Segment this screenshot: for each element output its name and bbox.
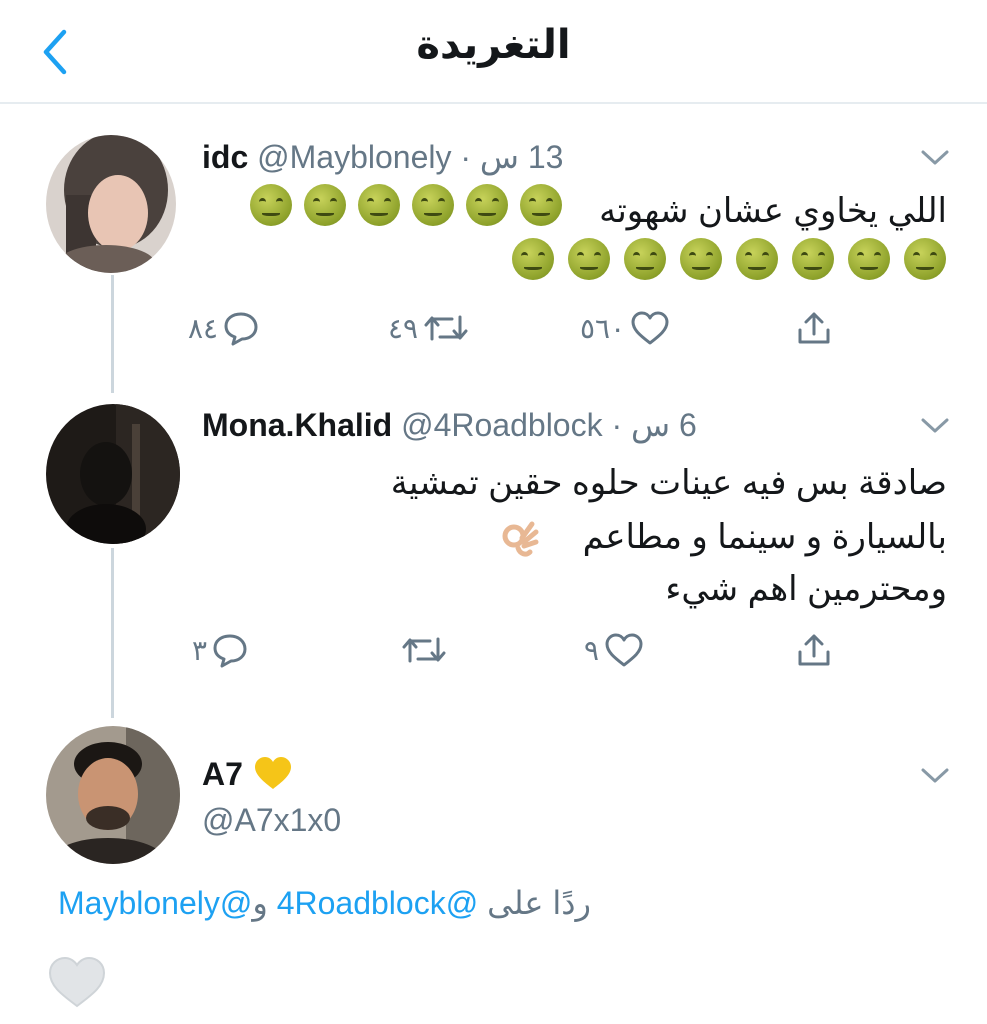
chevron-down-icon [921, 418, 949, 433]
nauseated-face-icon [680, 238, 722, 280]
tweet-menu-button[interactable] [918, 146, 952, 170]
nauseated-face-icon [624, 238, 666, 280]
nauseated-face-icon [466, 184, 508, 226]
chevron-down-icon [921, 150, 949, 165]
reply-count: ٨٤ [188, 311, 219, 345]
thread-line [111, 548, 114, 718]
emoji-row [512, 238, 952, 282]
tweet-text-line: ومحترمين اهم شيء [665, 570, 947, 608]
reply-button[interactable]: ٨٤ [188, 306, 260, 350]
retweet-button[interactable]: ٤٩ [388, 306, 470, 350]
nauseated-face-icon [568, 238, 610, 280]
reply-button[interactable]: ٣ [192, 628, 249, 672]
top-bar: التغريدة [0, 0, 987, 104]
timestamp: 13 س [479, 139, 564, 175]
chevron-down-icon [921, 768, 949, 783]
nauseated-face-icon [736, 238, 778, 280]
heart-icon [631, 311, 669, 345]
share-icon [798, 312, 830, 344]
display-name[interactable]: Mona.Khalid [202, 407, 392, 443]
nauseated-face-icon [412, 184, 454, 226]
nauseated-face-icon [304, 184, 346, 226]
username[interactable]: @Mayblonely [257, 139, 451, 175]
nauseated-face-icon [904, 238, 946, 280]
timestamp: 6 س [631, 407, 697, 443]
ok-hand-icon [502, 521, 539, 557]
tweet-text-line: بالسيارة و سينما و مطاعم [582, 518, 947, 556]
tweet-header: A7 [202, 756, 243, 793]
comment-icon [213, 634, 247, 668]
tweet-header: Mona.Khalid @4Roadblock · 6 س [202, 406, 697, 444]
share-button[interactable] [794, 306, 834, 350]
like-button[interactable]: ٥٦٠ [580, 306, 671, 350]
tweet-text-line: صادقة بس فيه عينات حلوه حقين تمشية [390, 464, 947, 502]
nauseated-face-icon [358, 184, 400, 226]
avatar[interactable] [46, 726, 180, 864]
heart-icon [605, 633, 643, 667]
retweet-icon [424, 315, 468, 341]
mention-link[interactable]: @Mayblonely [58, 885, 252, 921]
username[interactable]: @A7x1x0 [202, 802, 341, 839]
thread-line [111, 275, 114, 393]
nauseated-face-icon [520, 184, 562, 226]
username[interactable]: @4Roadblock [401, 407, 602, 443]
white-heart-icon [48, 956, 106, 1008]
mention-link[interactable]: @4Roadblock [277, 885, 478, 921]
nauseated-face-icon [848, 238, 890, 280]
replying-to: ردًا على @4Roadblock و@Mayblonely [58, 884, 591, 922]
reply-count: ٣ [192, 633, 208, 667]
display-name[interactable]: A7 [202, 756, 243, 792]
retweet-count: ٤٩ [388, 311, 419, 345]
retweet-button[interactable] [396, 628, 448, 672]
nauseated-face-icon [250, 184, 292, 226]
tweet-menu-button[interactable] [918, 414, 952, 438]
page-title: التغريدة [416, 23, 571, 67]
nauseated-face-icon [512, 238, 554, 280]
comment-icon [224, 312, 258, 346]
nauseated-face-icon [792, 238, 834, 280]
retweet-icon [402, 637, 446, 663]
separator: · [460, 139, 472, 175]
like-count: ٥٦٠ [580, 311, 626, 345]
tweet-menu-button[interactable] [918, 764, 952, 788]
replying-to-label: ردًا على [487, 885, 591, 921]
display-name[interactable]: idc [202, 139, 248, 175]
emoji-row [250, 184, 570, 228]
separator: · [611, 407, 623, 443]
like-count: ٩ [584, 633, 600, 667]
conjunction: و [252, 885, 268, 921]
like-button[interactable]: ٩ [584, 628, 645, 672]
tweet-text: اللي يخاوي عشان شهوته [599, 192, 947, 230]
tweet-header: idc @Mayblonely · 13 س [202, 138, 563, 176]
avatar[interactable] [46, 135, 176, 273]
share-icon [798, 634, 830, 666]
avatar[interactable] [46, 404, 180, 544]
yellow-heart-icon [255, 757, 291, 789]
share-button[interactable] [794, 628, 834, 672]
